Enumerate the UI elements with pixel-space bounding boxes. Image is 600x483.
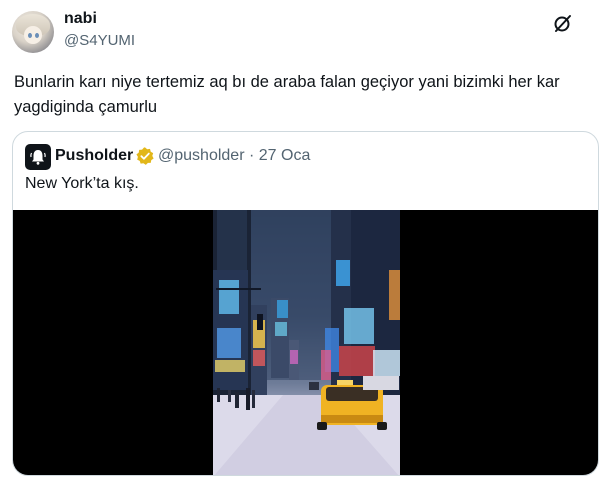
quoted-author-name[interactable]: Pusholder	[55, 147, 133, 165]
quoted-date[interactable]: 27 Oca	[259, 147, 311, 164]
quoted-author-handle[interactable]: @pusholder	[158, 147, 245, 164]
quoted-avatar[interactable]	[25, 144, 51, 170]
times-square-scene	[213, 210, 400, 475]
verified-badge-icon	[136, 147, 154, 165]
tweet-text: Bunlarin karı niye tertemiz aq bı de ara…	[14, 73, 560, 116]
avatar-face	[24, 26, 42, 44]
meta-separator: ·	[248, 147, 255, 164]
quoted-meta[interactable]: @pusholder · 27 Oca	[158, 147, 310, 165]
media-container[interactable]	[13, 210, 598, 475]
video-thumbnail[interactable]	[213, 210, 400, 475]
quoted-tweet[interactable]: Pusholder @pusholder · 27 Oca New York’t…	[12, 131, 599, 476]
quoted-text: New York’ta kış.	[25, 175, 139, 192]
avatar-eye	[35, 33, 39, 38]
tweet-card: nabi @S4YUMI Bunlarin karı niye tertemiz…	[0, 0, 600, 483]
author-name[interactable]: nabi	[64, 10, 97, 28]
avatar[interactable]	[12, 11, 54, 53]
bell-icon	[30, 150, 46, 165]
grok-icon[interactable]	[553, 13, 573, 33]
author-handle[interactable]: @S4YUMI	[64, 32, 135, 49]
avatar-eye	[28, 33, 32, 38]
